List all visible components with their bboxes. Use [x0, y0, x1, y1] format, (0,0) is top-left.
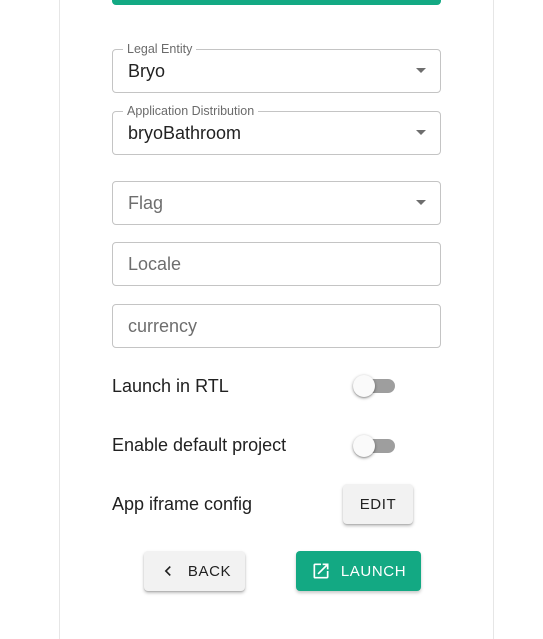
- locale-placeholder: Locale: [128, 254, 182, 274]
- top-accent-button-edge[interactable]: [112, 0, 441, 5]
- edit-button-label: EDIT: [359, 495, 397, 513]
- open-in-new-icon: [311, 561, 331, 581]
- back-button[interactable]: BACK: [144, 551, 245, 591]
- dropdown-arrow-icon: [416, 200, 426, 205]
- legal-entity-select[interactable]: Legal Entity Bryo: [112, 41, 441, 93]
- back-button-label: BACK: [187, 562, 232, 580]
- flag-placeholder: Flag: [128, 193, 164, 213]
- launch-in-rtl-label: Launch in RTL: [112, 376, 229, 396]
- application-distribution-select[interactable]: Application Distribution bryoBathroom: [112, 103, 441, 155]
- launch-in-rtl-switch[interactable]: [353, 374, 397, 398]
- flag-select[interactable]: Flag: [112, 181, 441, 225]
- app-iframe-config-label: App iframe config: [112, 494, 253, 514]
- launch-app-page: Legal Entity Bryo Application Distributi…: [0, 0, 543, 639]
- switch-thumb: [353, 375, 375, 397]
- dropdown-arrow-icon: [416, 130, 426, 135]
- dropdown-arrow-icon: [416, 68, 426, 73]
- enable-default-project-label: Enable default project: [112, 435, 287, 455]
- switch-thumb: [353, 435, 375, 457]
- legal-entity-value: Bryo: [128, 61, 166, 81]
- edit-iframe-config-button[interactable]: EDIT: [343, 484, 413, 524]
- application-distribution-value: bryoBathroom: [128, 123, 242, 143]
- locale-input[interactable]: Locale: [112, 242, 441, 286]
- currency-input[interactable]: currency: [112, 304, 441, 348]
- currency-placeholder: currency: [128, 316, 198, 336]
- launch-button[interactable]: LAUNCH: [296, 551, 421, 591]
- chevron-left-icon: [158, 561, 178, 581]
- launch-button-label: LAUNCH: [340, 562, 407, 580]
- enable-default-project-switch[interactable]: [353, 434, 397, 458]
